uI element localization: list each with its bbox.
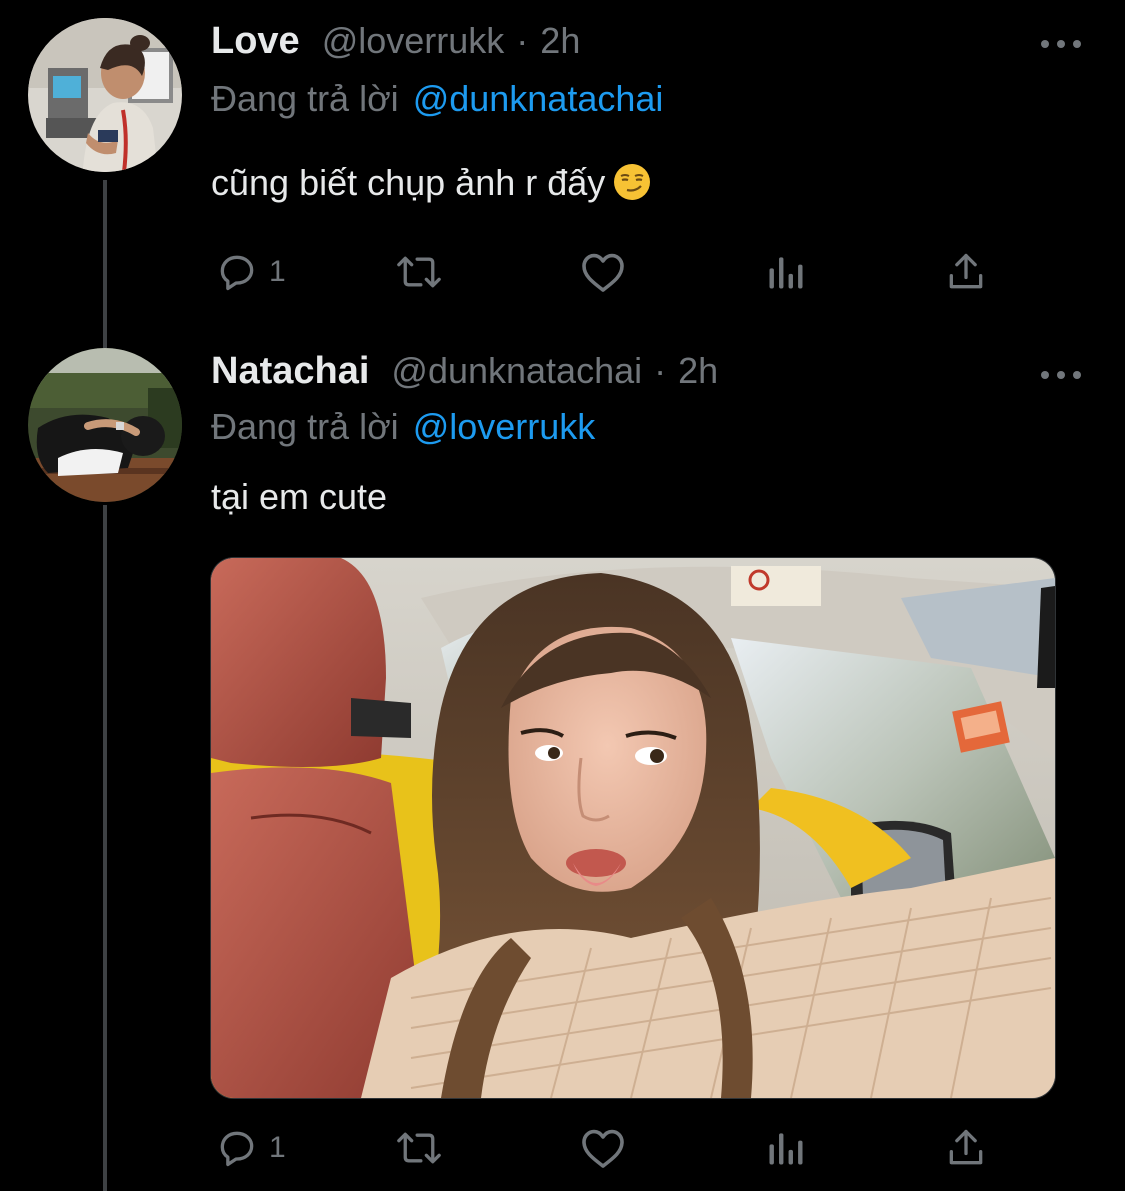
analytics-icon [769,257,803,289]
like-icon [582,253,624,292]
like-button[interactable] [579,247,627,297]
replying-to: Đang trả lời @dunknatachai [211,78,663,120]
tweet-header: Natachai @dunknatachai · 2h [211,350,718,400]
tweet[interactable]: Love @loverrukk · 2h Đang trả lời @dunkna… [0,0,1125,320]
reply-button[interactable]: 1 [215,247,286,297]
analytics-button[interactable] [764,247,808,297]
retweet-button[interactable] [395,247,443,297]
separator-dot: · [654,350,667,391]
reply-mention-link[interactable]: @loverrukk [413,406,596,447]
retweet-button[interactable] [395,1123,443,1173]
reply-mention-link[interactable]: @dunknatachai [413,78,664,119]
reply-icon [220,1131,254,1167]
separator-dot: · [516,20,529,61]
like-button[interactable] [579,1123,627,1173]
reply-count: 1 [269,1131,286,1164]
avatar[interactable] [28,348,182,502]
display-name[interactable]: Natachai [211,350,369,393]
replying-to-label: Đang trả lời [211,406,399,447]
reply-icon [220,255,254,291]
analytics-icon [769,1133,803,1165]
display-name[interactable]: Love [211,20,300,63]
share-button[interactable] [944,1123,988,1173]
timestamp[interactable]: 2h [678,350,718,392]
share-icon [949,1129,983,1165]
replying-to: Đang trả lời @loverrukk [211,406,595,448]
avatar[interactable] [28,18,182,172]
more-icon[interactable] [1041,369,1081,381]
tweet-actions: 1 [211,1123,1001,1173]
tweet-text: cũng biết chụp ảnh r đấy [211,162,651,204]
user-handle[interactable]: @loverrukk [322,20,505,62]
timestamp[interactable]: 2h [540,20,580,62]
tweet-text: tại em cute [211,476,388,517]
share-icon [949,253,983,289]
tweet-text-content: cũng biết chụp ảnh r đấy [211,162,606,203]
smirking-face-emoji-icon [614,164,651,200]
tweet-header: Love @loverrukk · 2h [211,20,580,70]
analytics-button[interactable] [764,1123,808,1173]
like-icon [582,1129,624,1168]
retweet-icon [397,1132,441,1164]
reply-button[interactable]: 1 [215,1123,286,1173]
retweet-icon [397,256,441,288]
more-icon[interactable] [1041,38,1081,50]
reply-count: 1 [269,255,286,288]
share-button[interactable] [944,247,988,297]
user-handle[interactable]: @dunknatachai [391,350,642,392]
tweet-actions: 1 [211,247,1001,297]
tweet-photo[interactable] [210,557,1056,1099]
replying-to-label: Đang trả lời [211,78,399,119]
